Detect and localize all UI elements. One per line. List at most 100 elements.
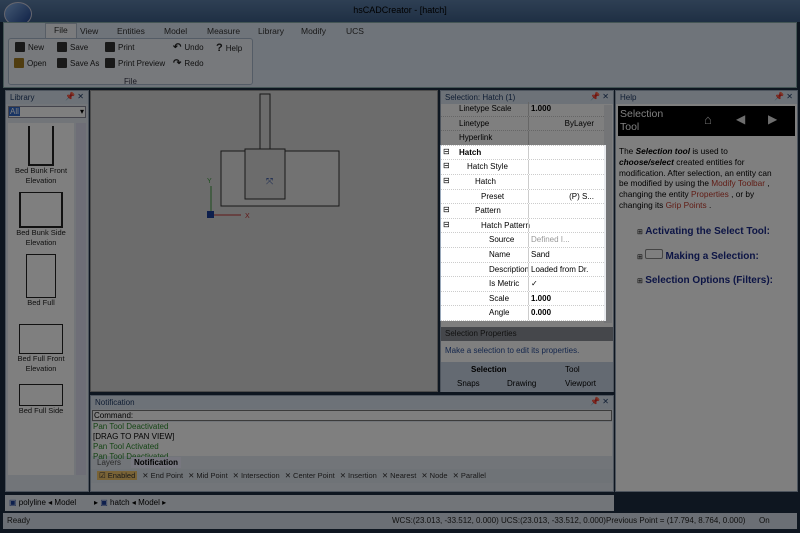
help-section[interactable]: ⊞ Selection Options (Filters): [637, 274, 782, 288]
column-divider [528, 262, 529, 277]
open-button[interactable]: Open [14, 58, 47, 68]
property-value[interactable]: ByLayer [565, 119, 594, 128]
tab-modify[interactable]: Modify [301, 26, 326, 36]
pin-close-icons[interactable]: 📌 ✕ [590, 92, 609, 101]
properties-scrollbar[interactable] [604, 105, 612, 323]
save-as-button[interactable]: Save As [57, 58, 99, 68]
tab-model[interactable]: Model [164, 26, 187, 36]
redo-button[interactable]: ↷ Redo [173, 58, 204, 69]
tab-view[interactable]: View [80, 26, 98, 36]
undo-button[interactable]: ↶ Undo [173, 42, 204, 53]
property-value[interactable]: Defined I... [531, 235, 570, 244]
help-button[interactable]: ? Help [216, 42, 242, 54]
snap-toggle[interactable]: ✕ Node [421, 471, 447, 480]
home-icon[interactable]: ⌂ [704, 112, 712, 127]
property-row[interactable]: Source Defined I... [441, 233, 606, 248]
tab-entities[interactable]: Entities [117, 26, 145, 36]
tab-ucs[interactable]: UCS [346, 26, 364, 36]
pin-close-icons[interactable]: 📌 ✕ [590, 397, 609, 406]
library-scrollbar[interactable] [76, 123, 86, 475]
grip-points-link[interactable]: Grip Points [666, 200, 707, 210]
library-item[interactable]: Bed Full [8, 298, 74, 308]
property-name: Name [489, 250, 511, 259]
doc-tab-hatch[interactable]: ▸ ▣ hatch ◂ Model ▸ [90, 495, 614, 511]
snap-toggle[interactable]: ✕ Parallel [453, 471, 486, 480]
collapse-icon[interactable]: ⊟ [443, 220, 450, 229]
help-section[interactable]: ⊞ Activating the Select Tool: [637, 225, 782, 239]
tab-drawing[interactable]: Drawing [507, 379, 536, 388]
snap-toggle[interactable]: ✕ Mid Point [188, 471, 228, 480]
back-icon[interactable]: ◀ [736, 112, 745, 126]
snap-toggle[interactable]: ✕ Center Point [285, 471, 335, 480]
property-row[interactable]: ⊟ Hatch [441, 175, 606, 190]
library-item[interactable]: Bed Full Side [8, 406, 74, 416]
snap-toggle[interactable]: ✕ End Point [142, 471, 183, 480]
library-list[interactable]: Bed Bunk Front Elevation Bed Bunk Side E… [8, 123, 74, 475]
drawing-canvas[interactable]: ⤧ Y X [90, 90, 438, 392]
tab-measure[interactable]: Measure [207, 26, 240, 36]
collapse-icon[interactable]: ⊟ [443, 176, 450, 185]
property-value[interactable]: (P) S... [569, 192, 594, 201]
library-item[interactable]: Bed Bunk Side Elevation [8, 228, 74, 248]
doc-tab-space[interactable]: Model [138, 498, 160, 507]
collapse-icon[interactable]: ⊟ [443, 205, 450, 214]
property-row[interactable]: Preset (P) S... [441, 189, 606, 205]
command-input[interactable]: Command: [92, 410, 612, 421]
property-value[interactable]: 0.000 [531, 308, 551, 317]
expand-icon[interactable]: ⊞ [637, 278, 643, 285]
tab-tool[interactable]: Tool [565, 365, 580, 374]
snap-toggle[interactable]: ✕ Intersection [233, 471, 280, 480]
tab-notification[interactable]: Notification [131, 457, 182, 468]
property-row[interactable]: Is Metric ✓ [441, 277, 606, 292]
save-button[interactable]: Save [57, 42, 88, 52]
new-button[interactable]: New [15, 42, 44, 52]
tab-layers[interactable]: Layers [97, 458, 121, 467]
property-value[interactable]: Loaded from Dr. [531, 265, 588, 274]
property-row[interactable]: ⊟ Hatch Pattern [441, 218, 606, 234]
status-on[interactable]: On [759, 516, 770, 525]
properties-link[interactable]: Properties [691, 189, 729, 199]
property-row[interactable]: ⊟ Hatch [441, 145, 606, 161]
forward-icon[interactable]: ▶ [768, 112, 777, 126]
property-row[interactable]: Name Sand [441, 248, 606, 263]
tab-snaps[interactable]: Snaps [457, 379, 480, 388]
collapse-icon[interactable]: ⊟ [443, 161, 450, 170]
expand-icon[interactable]: ⊞ [637, 229, 643, 236]
doc-tab-polyline[interactable]: ▣ polyline ◂ Model [5, 495, 90, 511]
print-button[interactable]: Print [105, 42, 134, 52]
snap-toggle[interactable]: ☑ Enabled [97, 471, 138, 480]
pin-close-icons[interactable]: 📌 ✕ [65, 92, 84, 101]
tab-file[interactable]: File [45, 23, 77, 38]
doc-tab-space[interactable]: Model [54, 498, 76, 507]
library-item[interactable]: Bed Full Front Elevation [8, 354, 74, 374]
property-value[interactable]: 1.000 [531, 294, 551, 303]
tab-viewport[interactable]: Viewport [565, 379, 596, 388]
open-folder-icon [14, 58, 24, 68]
grip-icon[interactable]: ⤧ [266, 176, 273, 186]
property-value[interactable]: ✓ [531, 279, 538, 288]
property-row[interactable]: Linetype Scale 1.000 [441, 102, 606, 117]
property-row[interactable]: Hyperlink [441, 131, 606, 146]
property-row[interactable]: Angle 0.000 [441, 306, 606, 321]
library-filter-select[interactable]: All ▾ [8, 106, 86, 118]
library-item[interactable]: Bed Bunk Front Elevation [8, 166, 74, 186]
print-preview-button[interactable]: Print Preview [105, 58, 165, 68]
property-row[interactable]: ⊟ Pattern [441, 204, 606, 219]
property-row[interactable]: Description Loaded from Dr. [441, 262, 606, 278]
help-section[interactable]: ⊞ Making a Selection: [637, 248, 782, 264]
property-value[interactable]: Sand [531, 250, 550, 259]
tab-library[interactable]: Library [258, 26, 284, 36]
pin-close-icons[interactable]: 📌 ✕ [774, 92, 793, 101]
modify-toolbar-link[interactable]: Modify Toolbar [711, 178, 765, 188]
property-value[interactable]: 1.000 [531, 104, 551, 113]
collapse-icon[interactable]: ⊟ [443, 147, 450, 156]
property-row[interactable]: ⊟ Hatch Style [441, 160, 606, 175]
snap-toggle[interactable]: ✕ Nearest [382, 471, 417, 480]
property-row[interactable]: Linetype ByLayer [441, 116, 606, 132]
property-row[interactable]: Scale 1.000 [441, 291, 606, 307]
expand-icon[interactable]: ⊞ [637, 254, 643, 261]
tab-selection[interactable]: Selection [471, 365, 507, 374]
snap-toggle[interactable]: ✕ Insertion [340, 471, 377, 480]
notification-log[interactable]: Pan Tool Deactivated [DRAG TO PAN VIEW] Pa… [92, 422, 612, 461]
library-title: Library [10, 93, 35, 102]
